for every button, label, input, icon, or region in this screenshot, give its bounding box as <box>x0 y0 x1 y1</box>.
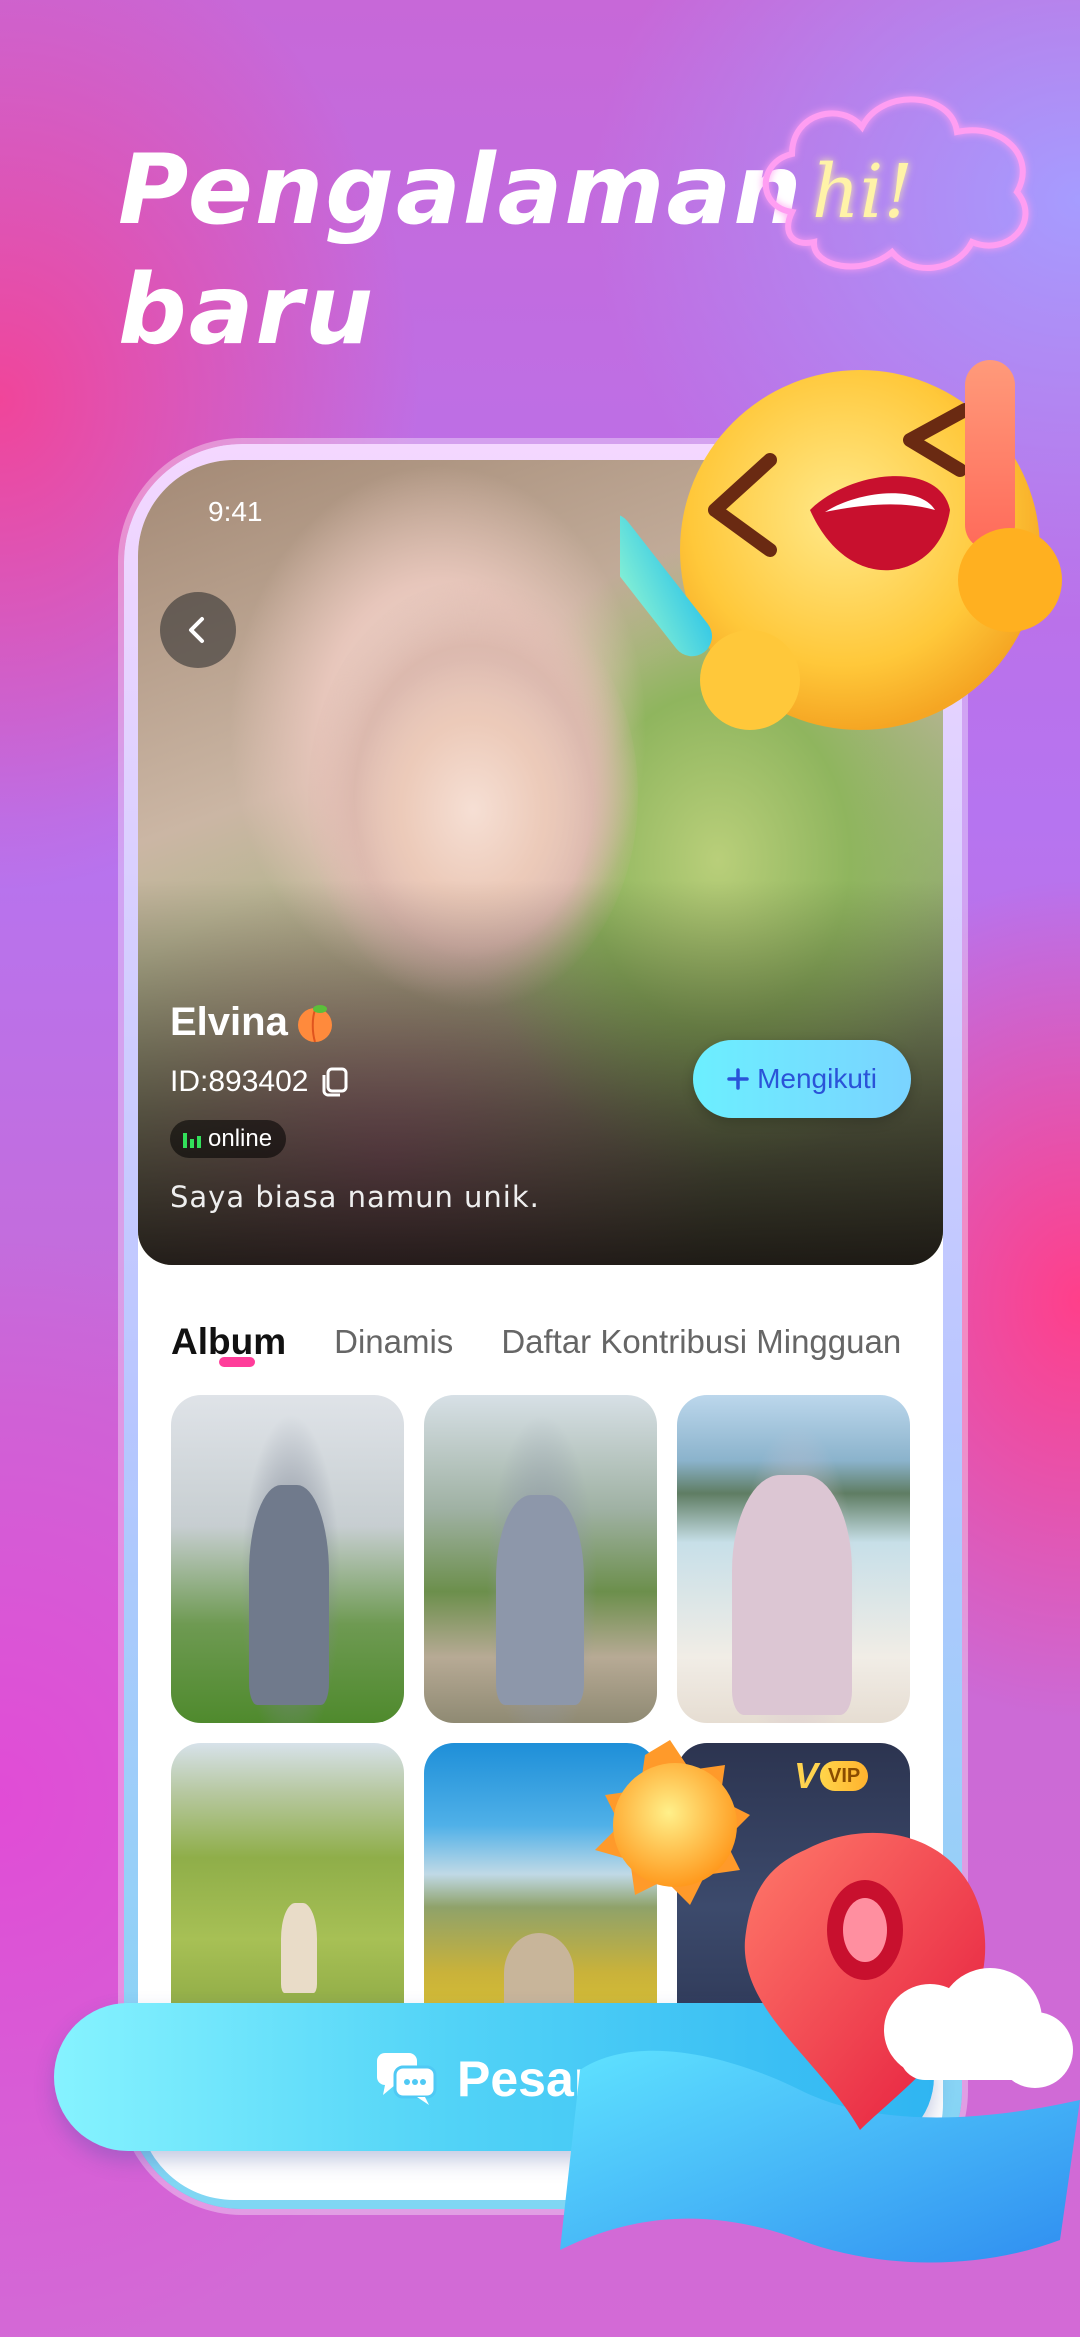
sun-icon <box>595 1740 750 1905</box>
follow-button[interactable]: Mengikuti <box>693 1040 911 1118</box>
laughing-emoji-icon <box>620 360 1062 730</box>
profile-bio: Saya biasa namun unik. <box>170 1180 540 1214</box>
profile-id: ID:893402 <box>170 1065 309 1098</box>
headline-line-1: Pengalaman <box>118 134 804 246</box>
tab-album[interactable]: Album <box>171 1321 287 1367</box>
online-status-badge: online <box>170 1120 287 1158</box>
photo-subject <box>281 1903 317 1993</box>
back-arrow-icon <box>189 617 204 643</box>
tab-dinamis[interactable]: Dinamis <box>334 1323 453 1361</box>
profile-tabs: Album Dinamis Daftar Kontribusi Mingguan <box>171 1312 943 1372</box>
status-time: 9:41 <box>208 496 263 527</box>
signal-bars-icon <box>183 1133 201 1148</box>
headline: Pengalaman baru <box>118 130 804 370</box>
follow-label: Mengikuti <box>757 1063 877 1094</box>
neon-text: hi! <box>812 149 913 235</box>
back-button[interactable] <box>160 592 236 668</box>
tab-active-indicator <box>219 1357 255 1367</box>
album-photo-3[interactable] <box>677 1395 910 1723</box>
online-label: online <box>208 1125 273 1152</box>
photo-subject <box>732 1475 852 1715</box>
copy-icon[interactable] <box>318 1065 352 1099</box>
neon-hi-cloud-icon: hi! <box>762 96 1029 271</box>
album-photo-1[interactable] <box>171 1395 404 1723</box>
profile-name: Elvina <box>170 1000 288 1044</box>
peach-icon <box>297 1004 332 1042</box>
id-row: ID:893402 <box>170 1065 352 1099</box>
location-pin-decoration-icon <box>560 1740 1080 2263</box>
photo-subject <box>496 1495 584 1705</box>
plus-icon <box>727 1068 749 1090</box>
photo-subject <box>249 1485 329 1705</box>
tab-weekly-contribution[interactable]: Daftar Kontribusi Mingguan <box>501 1323 901 1361</box>
name-row: Elvina <box>170 1000 336 1045</box>
album-photo-2[interactable] <box>424 1395 657 1723</box>
tab-album-label: Album <box>171 1321 287 1362</box>
chat-bubbles-icon <box>377 2053 437 2105</box>
